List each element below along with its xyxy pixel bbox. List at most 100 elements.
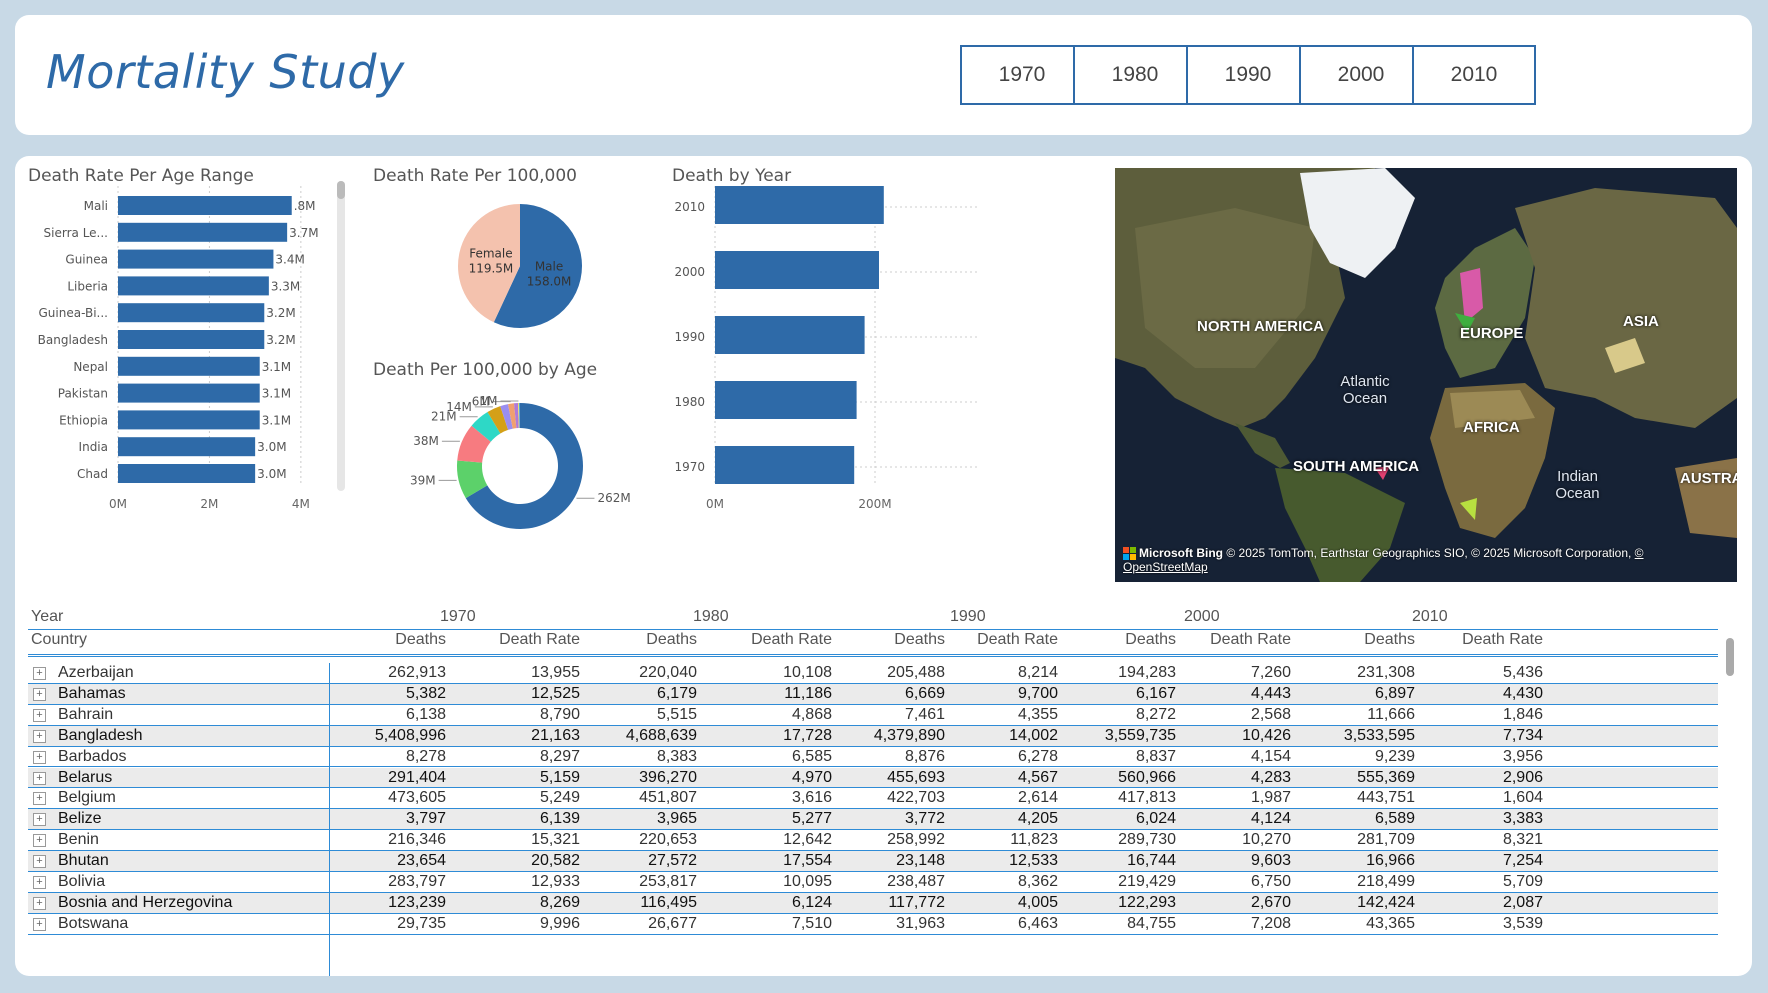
- death-rate-cell: 8,790: [539, 705, 580, 723]
- age-donut-title: Death Per 100,000 by Age: [373, 360, 598, 380]
- death-rate-cell: 8,214: [1017, 664, 1058, 681]
- death-rate-cell: 10,095: [783, 873, 832, 890]
- death-rate-cell: 2,906: [1502, 768, 1543, 786]
- table-row[interactable]: + Bahrain 6,138 8,790 5,515 4,868 7,461 4,355 8,…: [28, 705, 1718, 726]
- death-by-year-bar-chart[interactable]: 0M 200M 2010 2000 1990 1980 1970: [665, 186, 985, 546]
- year-button-1990[interactable]: 1990: [1186, 45, 1310, 105]
- expand-row-icon[interactable]: +: [33, 729, 46, 743]
- table-row[interactable]: + Belgium 473,605 5,249 451,807 3,616 422,703 2…: [28, 788, 1718, 810]
- age-range-bar-chart[interactable]: 0M 2M 4M Mali .8M Sierra Le... 3.7M Guinea 3.4M L…: [28, 186, 368, 546]
- deaths-cell: 3,559,735: [1104, 726, 1176, 744]
- expand-row-icon[interactable]: +: [33, 834, 46, 848]
- age-donut-chart[interactable]: 262M39M38M21M14M 6M1M: [385, 378, 665, 538]
- expand-row-icon[interactable]: +: [33, 687, 46, 701]
- country-cell: Bahrain: [58, 705, 114, 723]
- col-deaths-1970[interactable]: Deaths: [395, 631, 446, 649]
- table-scroll-thumb[interactable]: [1726, 638, 1734, 676]
- death-rate-cell: 21,163: [531, 726, 580, 744]
- map-label-australia: AUSTRA: [1680, 470, 1737, 487]
- col-rate-1970[interactable]: Death Rate: [499, 631, 580, 649]
- year-button-1970[interactable]: 1970: [960, 45, 1084, 105]
- expand-row-icon[interactable]: +: [33, 792, 46, 806]
- country-header[interactable]: Country: [31, 631, 87, 649]
- year-chart-category-label: 1980: [674, 395, 705, 409]
- col-rate-2000[interactable]: Death Rate: [1210, 631, 1291, 649]
- year-button-2010[interactable]: 2010: [1412, 45, 1536, 105]
- expand-row-icon[interactable]: +: [33, 813, 46, 827]
- deaths-cell: 31,963: [896, 914, 945, 932]
- col-rate-1980[interactable]: Death Rate: [751, 631, 832, 649]
- table-row[interactable]: + Benin 216,346 15,321 220,653 12,642 258,992 1…: [28, 830, 1718, 852]
- country-cell: Azerbaijan: [58, 664, 134, 681]
- death-rate-cell: 7,734: [1502, 726, 1543, 744]
- table-row[interactable]: + Bangladesh 5,408,996 21,163 4,688,639 17,72…: [28, 725, 1718, 747]
- expand-row-icon[interactable]: +: [33, 708, 46, 722]
- report-canvas: Death Rate Per Age Range 0M 2M 4M Mali .8M Si…: [15, 156, 1752, 976]
- world-map[interactable]: NORTH AMERICA EUROPE ASIA AFRICA SOUTH A…: [1115, 168, 1737, 582]
- death-rate-cell: 6,124: [791, 893, 832, 911]
- death-rate-cell: 4,154: [1250, 747, 1291, 765]
- deaths-cell: 122,293: [1118, 893, 1176, 911]
- map-terrain: [1115, 168, 1737, 582]
- age-chart-bar: [118, 196, 292, 215]
- expand-row-icon[interactable]: +: [33, 750, 46, 764]
- table-row[interactable]: + Bolivia 283,797 12,933 253,817 10,095 238,48…: [28, 872, 1718, 893]
- deaths-cell: 27,572: [648, 852, 697, 870]
- pie-slice-name-label: Male: [535, 259, 563, 273]
- table-row[interactable]: + Barbados 8,278 8,297 8,383 6,585 8,876 6,278 8…: [28, 747, 1718, 768]
- death-rate-cell: 13,955: [531, 664, 580, 681]
- death-rate-cell: 9,700: [1017, 684, 1058, 702]
- country-cell: Belgium: [58, 789, 116, 807]
- expand-row-icon[interactable]: +: [33, 896, 46, 910]
- col-rate-2010[interactable]: Death Rate: [1462, 631, 1543, 649]
- deaths-cell: 262,913: [388, 664, 446, 681]
- table-row[interactable]: + Belarus 291,404 5,159 396,270 4,970 455,693 4…: [28, 767, 1718, 789]
- deaths-cell: 7,461: [904, 705, 945, 723]
- age-chart-bar: [118, 330, 265, 349]
- col-deaths-1980[interactable]: Deaths: [646, 631, 697, 649]
- year-header-2000: 2000: [1184, 608, 1220, 625]
- table-row[interactable]: + Botswana 29,735 9,996 26,677 7,510 31,963 6,4…: [28, 914, 1718, 935]
- death-rate-cell: 5,159: [539, 768, 580, 786]
- death-rate-cell: 4,005: [1017, 893, 1058, 911]
- age-chart-scroll-track[interactable]: [337, 181, 345, 491]
- age-chart-value-label: 3.1M: [262, 413, 291, 427]
- age-chart-value-label: 3.2M: [266, 333, 295, 347]
- deaths-cell: 4,379,890: [873, 726, 945, 744]
- table-column-header-row: Country Deaths Death Rate Deaths Death R…: [28, 631, 1718, 657]
- gender-pie-chart[interactable]: Male158.0M Female119.5M: [435, 186, 605, 356]
- expand-row-icon[interactable]: +: [33, 667, 46, 680]
- death-rate-cell: 3,616: [791, 789, 832, 807]
- col-deaths-2000[interactable]: Deaths: [1125, 631, 1176, 649]
- expand-row-icon[interactable]: +: [33, 771, 46, 785]
- age-chart-country-label: Pakistan: [58, 387, 108, 401]
- death-rate-cell: 17,554: [783, 852, 832, 870]
- table-row[interactable]: + Bahamas 5,382 12,525 6,179 11,186 6,669 9,700…: [28, 683, 1718, 705]
- table-row[interactable]: + Bhutan 23,654 20,582 27,572 17,554 23,148 12,…: [28, 851, 1718, 872]
- year-button-2000[interactable]: 2000: [1299, 45, 1423, 105]
- expand-row-icon[interactable]: +: [33, 917, 46, 931]
- country-column-divider: [329, 663, 330, 976]
- expand-row-icon[interactable]: +: [33, 876, 46, 889]
- death-rate-cell: 5,277: [791, 810, 832, 828]
- col-deaths-2010[interactable]: Deaths: [1364, 631, 1415, 649]
- deaths-cell: 9,239: [1374, 747, 1415, 765]
- table-row[interactable]: + Bosnia and Herzegovina 123,239 8,269 116,4…: [28, 892, 1718, 914]
- table-row[interactable]: + Azerbaijan 262,913 13,955 220,040 10,108 205…: [28, 663, 1718, 684]
- deaths-cell: 231,308: [1357, 664, 1415, 681]
- year-chart-category-label: 1970: [674, 460, 705, 474]
- gender-pie-title: Death Rate Per 100,000: [373, 166, 577, 186]
- col-rate-1990[interactable]: Death Rate: [977, 631, 1058, 649]
- expand-row-icon[interactable]: +: [33, 855, 46, 869]
- col-deaths-1990[interactable]: Deaths: [894, 631, 945, 649]
- map-brand: Microsoft Bing: [1139, 545, 1223, 560]
- deaths-cell: 473,605: [388, 789, 446, 807]
- year-chart-bar: [715, 251, 879, 289]
- deaths-cell: 6,669: [904, 684, 945, 702]
- table-row[interactable]: + Belize 3,797 6,139 3,965 5,277 3,772 4,205 6,0…: [28, 809, 1718, 831]
- age-chart-scroll-thumb[interactable]: [337, 181, 345, 199]
- deaths-cell: 555,369: [1357, 768, 1415, 786]
- year-button-1980[interactable]: 1980: [1073, 45, 1197, 105]
- age-chart-value-label: 3.7M: [289, 226, 318, 240]
- deaths-cell: 253,817: [639, 873, 697, 890]
